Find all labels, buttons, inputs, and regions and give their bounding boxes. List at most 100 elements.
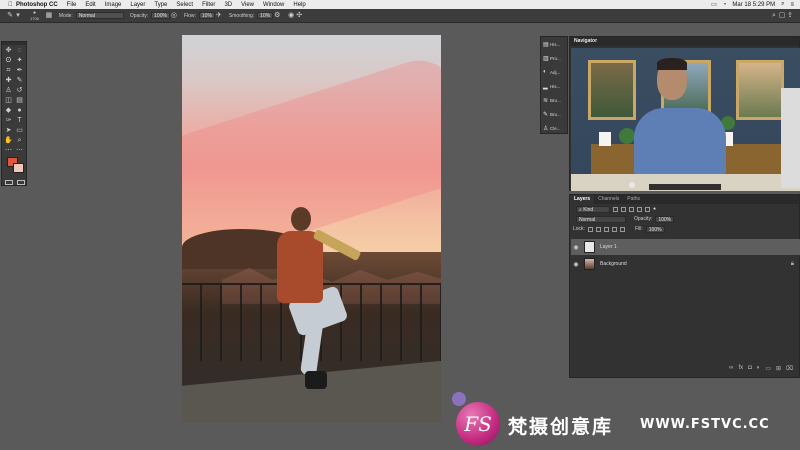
move-tool-icon[interactable]: ✥ bbox=[4, 46, 13, 55]
dock-brush-settings[interactable]: ✎ Bru... bbox=[541, 107, 567, 121]
pressure-opacity-icon[interactable]: ◎ bbox=[170, 12, 178, 20]
filter-pixel-icon[interactable] bbox=[613, 206, 618, 212]
path-selection-icon[interactable]: ➤ bbox=[4, 126, 13, 135]
mode-select[interactable]: Normal bbox=[75, 12, 124, 19]
tab-channels[interactable]: Channels bbox=[594, 195, 623, 204]
dock-brushes[interactable]: ≋ Bru... bbox=[541, 93, 567, 107]
document-canvas[interactable] bbox=[182, 35, 441, 423]
filter-type-icon[interactable] bbox=[629, 206, 634, 212]
filter-adjustment-icon[interactable] bbox=[621, 206, 626, 212]
lock-image-icon[interactable] bbox=[595, 226, 601, 232]
quick-mask-icon[interactable] bbox=[5, 180, 13, 185]
menu-type[interactable]: Type bbox=[154, 2, 167, 8]
dock-clone-source[interactable]: ♙ Cle... bbox=[541, 121, 567, 135]
tab-paths[interactable]: Paths bbox=[623, 195, 644, 204]
background-color-swatch[interactable] bbox=[13, 163, 24, 173]
menu-image[interactable]: Image bbox=[105, 2, 122, 8]
trash-icon[interactable]: ⌧ bbox=[786, 365, 793, 373]
eraser-tool-icon[interactable]: ◫ bbox=[4, 96, 13, 105]
opacity-field[interactable]: 100% bbox=[151, 12, 170, 19]
menu-app-name[interactable]: Photoshop CC bbox=[16, 2, 58, 8]
brush-preset-picker[interactable]: ● 1706 bbox=[30, 10, 39, 21]
menu-filter[interactable]: Filter bbox=[202, 2, 215, 8]
navigator-preview[interactable] bbox=[571, 48, 800, 191]
apple-menu-icon[interactable]:  bbox=[8, 2, 16, 8]
search-icon[interactable]: ⌕ bbox=[781, 1, 784, 8]
menu-edit[interactable]: Edit bbox=[85, 2, 95, 8]
dock-history[interactable]: ▤ His... bbox=[541, 37, 567, 51]
lock-all-icon[interactable] bbox=[619, 226, 625, 232]
gear-icon[interactable]: ⚙ bbox=[273, 12, 281, 20]
new-layer-icon[interactable]: ⊞ bbox=[776, 365, 781, 373]
visibility-eye-icon[interactable]: ◉ bbox=[571, 261, 581, 268]
screen-mode-icon[interactable] bbox=[17, 180, 25, 185]
menu-window[interactable]: Window bbox=[263, 2, 284, 8]
layer-style-icon[interactable]: fx bbox=[738, 365, 743, 373]
clock[interactable]: Mar 18 5:29 PM bbox=[732, 2, 775, 8]
pen-tool-icon[interactable]: ✑ bbox=[4, 116, 13, 125]
layer-row-background[interactable]: ◉ Background 🔒︎ bbox=[571, 256, 800, 272]
menu-list-icon[interactable]: ≡ bbox=[790, 2, 794, 8]
zoom-tool-icon[interactable]: ⌕ bbox=[15, 136, 24, 145]
filter-shape-icon[interactable] bbox=[637, 206, 642, 212]
airbrush-icon[interactable]: ✈ bbox=[215, 12, 223, 20]
lock-position-icon[interactable] bbox=[603, 226, 609, 232]
dodge-tool-icon[interactable]: ● bbox=[15, 106, 24, 115]
clone-stamp-icon[interactable]: ♙ bbox=[4, 86, 13, 95]
lock-artboard-icon[interactable] bbox=[611, 226, 617, 232]
lock-transparent-icon[interactable] bbox=[587, 226, 593, 232]
menu-file[interactable]: File bbox=[67, 2, 77, 8]
menu-select[interactable]: Select bbox=[176, 2, 193, 8]
lasso-tool-icon[interactable]: ʘ bbox=[4, 56, 13, 65]
navigator-tab[interactable]: Navigator bbox=[570, 37, 799, 46]
layer-opacity-field[interactable]: 100% bbox=[655, 215, 675, 223]
menu-help[interactable]: Help bbox=[293, 2, 305, 8]
workspace-icon[interactable]: ▢ bbox=[778, 12, 786, 20]
search-icon[interactable]: ⌕ bbox=[770, 12, 778, 20]
flow-field[interactable]: 10% bbox=[198, 12, 215, 19]
blur-tool-icon[interactable]: ◆ bbox=[4, 106, 13, 115]
blend-mode-select[interactable]: Normal bbox=[576, 215, 626, 223]
dock-adjustments[interactable]: ◐ Adj... bbox=[541, 65, 567, 79]
tab-layers[interactable]: Layers bbox=[570, 195, 595, 204]
marquee-tool-icon[interactable]: ◌ bbox=[15, 46, 24, 55]
visibility-eye-icon[interactable]: ◉ bbox=[571, 244, 581, 251]
smoothing-field[interactable]: 10% bbox=[257, 12, 274, 19]
menu-view[interactable]: View bbox=[241, 2, 254, 8]
filter-toggle-icon[interactable]: ● bbox=[653, 206, 656, 212]
crop-tool-icon[interactable]: ⌗ bbox=[4, 66, 13, 75]
wifi-icon[interactable]: ◔ bbox=[723, 2, 727, 8]
layer-filter-kind[interactable]: ⌕ Kind bbox=[576, 205, 610, 213]
add-mask-icon[interactable]: ◘ bbox=[748, 365, 752, 373]
layer-row-layer-1[interactable]: ◉ Layer 1 bbox=[571, 239, 800, 255]
menu-layer[interactable]: Layer bbox=[130, 2, 145, 8]
link-layers-icon[interactable]: ∞ bbox=[729, 365, 733, 373]
pressure-size-icon[interactable]: ◉ bbox=[287, 12, 295, 20]
healing-brush-icon[interactable]: ✚ bbox=[4, 76, 13, 85]
shape-tool-icon[interactable]: ▭ bbox=[15, 126, 24, 135]
eyedropper-icon[interactable]: ✒ bbox=[15, 66, 24, 75]
brush-tool-icon[interactable]: ✎ bbox=[15, 76, 24, 85]
adjustment-layer-icon[interactable]: ◐ bbox=[757, 365, 761, 373]
edit-toolbar-icon[interactable]: ⋯ bbox=[4, 146, 13, 155]
more-tools-icon[interactable]: ⋯ bbox=[15, 146, 24, 155]
share-icon[interactable]: ⇪ bbox=[786, 12, 794, 20]
layer-name[interactable]: Background bbox=[600, 261, 627, 267]
symmetry-icon[interactable]: ✣ bbox=[295, 12, 303, 20]
brush-settings-icon[interactable]: ▦ bbox=[45, 12, 53, 20]
battery-icon[interactable]: ▭ bbox=[711, 1, 717, 8]
new-group-icon[interactable]: ▭ bbox=[765, 365, 771, 373]
menu-3d[interactable]: 3D bbox=[224, 2, 232, 8]
dock-histogram[interactable]: ▂ His... bbox=[541, 79, 567, 93]
hand-tool-icon[interactable]: ✋ bbox=[4, 136, 13, 145]
gradient-tool-icon[interactable]: ▤ bbox=[15, 96, 24, 105]
magic-wand-icon[interactable]: ✦ bbox=[15, 56, 24, 65]
dock-properties[interactable]: ▥ Pro... bbox=[541, 51, 567, 65]
brush-tool-icon[interactable]: ✎ bbox=[6, 12, 14, 20]
fill-field[interactable]: 100% bbox=[645, 225, 665, 233]
type-tool-icon[interactable]: T bbox=[15, 116, 24, 125]
chevron-down-icon[interactable]: ▾ bbox=[14, 12, 22, 20]
layer-name[interactable]: Layer 1 bbox=[600, 244, 617, 250]
filter-smart-object-icon[interactable] bbox=[645, 206, 650, 212]
history-brush-icon[interactable]: ↺ bbox=[15, 86, 24, 95]
